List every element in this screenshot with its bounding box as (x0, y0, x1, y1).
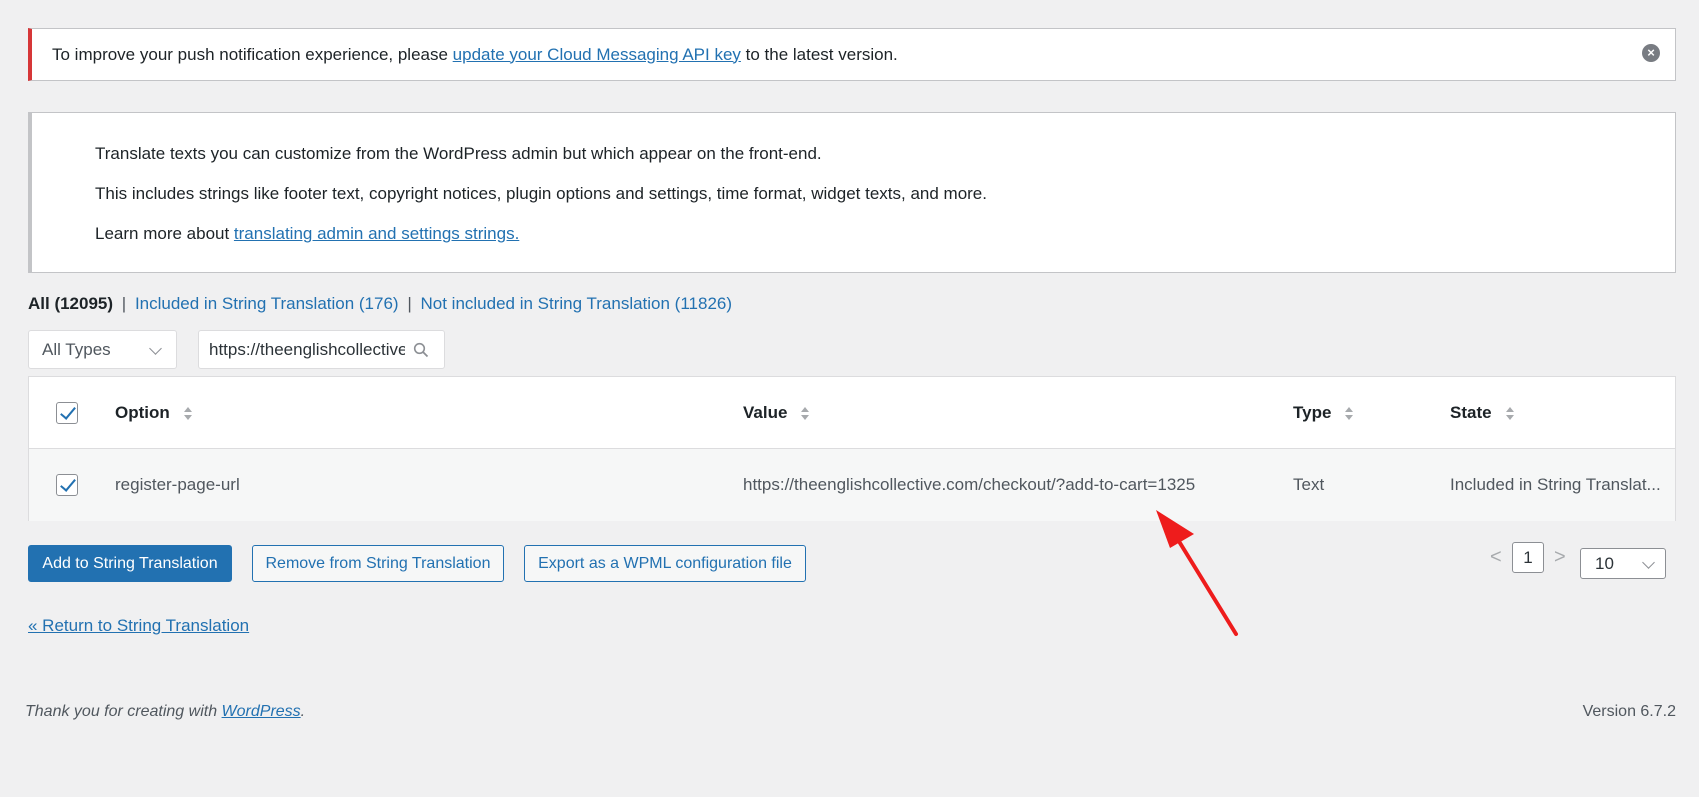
return-to-string-translation-link[interactable]: « Return to String Translation (28, 616, 249, 636)
update-api-key-link[interactable]: update your Cloud Messaging API key (453, 45, 741, 65)
prev-page-icon[interactable]: < (1490, 546, 1502, 569)
next-page-icon[interactable]: > (1554, 546, 1566, 569)
remove-from-string-translation-button[interactable]: Remove from String Translation (252, 545, 504, 582)
column-type-label: Type (1293, 402, 1332, 422)
view-separator: | (407, 294, 412, 313)
view-separator: | (121, 294, 127, 313)
row-option: register-page-url (115, 475, 240, 494)
column-option[interactable]: Option (115, 377, 192, 448)
column-value[interactable]: Value (743, 377, 810, 448)
footer-thank-you: Thank you for creating with WordPress. (25, 703, 306, 720)
sort-icon (1345, 406, 1354, 422)
chevron-down-icon (149, 342, 162, 355)
column-state-label: State (1450, 402, 1492, 422)
add-to-string-translation-button[interactable]: Add to String Translation (28, 545, 232, 582)
sort-icon (1505, 406, 1514, 422)
wordpress-link[interactable]: WordPress (222, 703, 301, 720)
info-line-2: This includes strings like footer text, … (95, 184, 987, 203)
export-wpml-config-button[interactable]: Export as a WPML configuration file (524, 545, 806, 582)
table-row: register-page-url https://theenglishcoll… (29, 449, 1675, 521)
view-not-included[interactable]: Not included in String Translation (1182… (420, 294, 732, 313)
column-option-label: Option (115, 402, 170, 422)
footer-version: Version 6.7.2 (1582, 703, 1676, 720)
view-all[interactable]: All (12095) (28, 294, 113, 313)
sort-icon (801, 406, 810, 422)
search-box[interactable] (198, 330, 445, 369)
row-select-cell (56, 449, 78, 521)
notice-text-after: to the latest version. (740, 44, 898, 64)
current-page[interactable]: 1 (1512, 542, 1544, 573)
table-header: Option Value Type State (29, 377, 1675, 449)
per-page-value: 10 (1595, 553, 1614, 573)
type-filter-select[interactable]: All Types (28, 330, 177, 369)
translating-admin-strings-link[interactable]: translating admin and settings strings. (234, 224, 519, 243)
view-filters: All (12095) | Included in String Transla… (28, 294, 732, 314)
view-included[interactable]: Included in String Translation (176) (135, 294, 399, 313)
per-page-select[interactable]: 10 (1580, 548, 1666, 579)
select-all-checkbox[interactable] (56, 401, 78, 424)
search-icon[interactable] (413, 342, 429, 358)
column-state[interactable]: State (1450, 377, 1514, 448)
push-notification-notice: To improve your push notification experi… (28, 28, 1676, 81)
row-type: Text (1293, 475, 1325, 494)
type-filter-value: All Types (42, 339, 111, 359)
row-checkbox[interactable] (56, 474, 78, 496)
dismiss-notice-icon[interactable]: × (1642, 44, 1660, 62)
sort-icon (183, 406, 192, 422)
notice-text-before: To improve your push notification experi… (52, 44, 453, 64)
info-box: Translate texts you can customize from t… (28, 112, 1676, 273)
info-line-3: Learn more about translating admin and s… (95, 224, 520, 243)
column-type[interactable]: Type (1293, 377, 1354, 448)
select-all-cell (56, 377, 78, 448)
search-input[interactable] (209, 339, 405, 360)
column-value-label: Value (743, 402, 788, 422)
info-line-1: Translate texts you can customize from t… (95, 144, 822, 163)
chevron-down-icon (1642, 556, 1655, 569)
row-state: Included in String Translat... (1450, 475, 1661, 494)
strings-table: Option Value Type State register-page-ur… (28, 376, 1676, 521)
annotation-arrow-icon (1156, 510, 1238, 636)
row-value: https://theenglishcollective.com/checkou… (743, 475, 1196, 494)
